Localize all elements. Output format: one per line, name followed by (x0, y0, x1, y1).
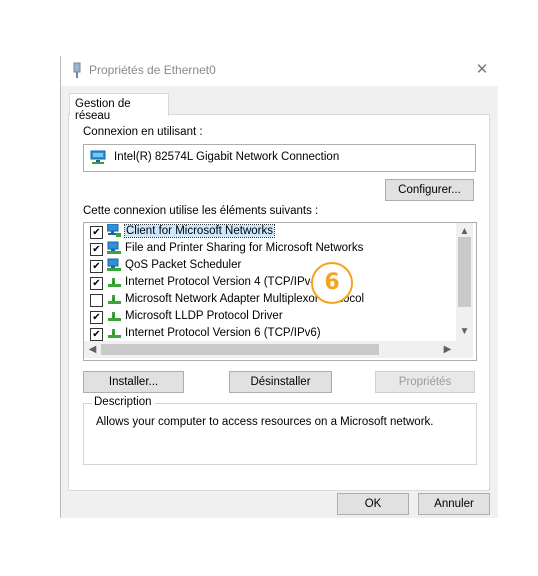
items-section-label: Cette connexion utilise les éléments sui… (83, 205, 319, 217)
ethernet-icon (73, 62, 81, 78)
tab-networking[interactable]: Gestion de réseau (69, 93, 169, 122)
item-checkbox[interactable]: ✔ (90, 311, 103, 324)
scrollbar-corner (456, 341, 473, 358)
item-checkbox[interactable]: ✔ (90, 243, 103, 256)
adapter-name: Intel(R) 82574L Gigabit Network Connecti… (114, 151, 340, 163)
list-item[interactable]: ✔ QoS Packet Scheduler (84, 257, 456, 274)
properties-button[interactable]: Propriétés (375, 371, 475, 393)
network-adapter-icon (90, 150, 106, 164)
adapter-field: Intel(R) 82574L Gigabit Network Connecti… (83, 144, 476, 172)
connect-using-label: Connexion en utilisant : (83, 126, 203, 138)
list-item[interactable]: Microsoft Network Adapter Multiplexor Pr… (84, 291, 456, 308)
scroll-right-icon[interactable]: ▶ (439, 341, 456, 358)
configure-button[interactable]: Configurer... (385, 179, 474, 201)
install-button[interactable]: Installer... (83, 371, 184, 393)
properties-dialog: Propriétés de Ethernet0 ✕ Gestion de rés… (60, 56, 498, 518)
item-label: Client for Microsoft Networks (124, 224, 275, 238)
protocol-icon (107, 292, 122, 306)
network-service-icon (107, 258, 122, 272)
components-list[interactable]: ✔ Client for Microsoft Networks ✔ File and … (83, 222, 477, 361)
tab-panel: Connexion en utilisant : Intel(R) 82574L… (68, 114, 490, 491)
scroll-left-icon[interactable]: ◀ (84, 341, 101, 358)
item-checkbox[interactable]: ✔ (90, 328, 103, 341)
item-label: Microsoft LLDP Protocol Driver (125, 310, 283, 322)
list-item[interactable]: ✔ Client for Microsoft Networks (84, 223, 456, 240)
protocol-icon (107, 326, 122, 340)
network-service-icon (107, 241, 122, 255)
network-client-icon (106, 223, 122, 238)
description-group: Description Allows your computer to acce… (83, 396, 477, 465)
list-item[interactable]: ✔ Microsoft LLDP Protocol Driver (84, 308, 456, 325)
item-label: Internet Protocol Version 6 (TCP/IPv6) (125, 327, 321, 339)
window-title: Propriétés de Ethernet0 (89, 63, 216, 77)
cancel-button[interactable]: Annuler (418, 493, 490, 515)
tab-label: Gestion de réseau (75, 98, 131, 122)
item-checkbox[interactable]: ✔ (90, 277, 103, 290)
item-checkbox[interactable]: ✔ (90, 260, 103, 273)
item-checkbox[interactable]: ✔ (90, 226, 103, 239)
item-checkbox[interactable] (90, 294, 103, 307)
item-label: QoS Packet Scheduler (125, 259, 242, 271)
vertical-scroll-thumb[interactable] (458, 237, 471, 307)
description-legend: Description (92, 396, 154, 408)
description-text: Allows your computer to access resources… (96, 416, 434, 428)
item-label: File and Printer Sharing for Microsoft N… (125, 242, 364, 254)
protocol-icon (107, 275, 122, 289)
horizontal-scroll-thumb[interactable] (101, 344, 379, 355)
close-button[interactable]: ✕ (474, 62, 490, 78)
protocol-icon (107, 309, 122, 323)
list-item[interactable]: ✔ Internet Protocol Version 6 (TCP/IPv6) (84, 325, 456, 342)
scroll-down-icon[interactable]: ▼ (456, 323, 473, 340)
ok-button[interactable]: OK (337, 493, 409, 515)
uninstall-button[interactable]: Désinstaller (229, 371, 332, 393)
title-bar[interactable]: Propriétés de Ethernet0 ✕ (61, 56, 498, 86)
list-item[interactable]: ✔ File and Printer Sharing for Microsoft … (84, 240, 456, 257)
step-badge: 6 (311, 262, 353, 304)
list-item[interactable]: ✔ Internet Protocol Version 4 (TCP/IPv4) (84, 274, 456, 291)
item-label: Internet Protocol Version 4 (TCP/IPv4) (125, 276, 321, 288)
